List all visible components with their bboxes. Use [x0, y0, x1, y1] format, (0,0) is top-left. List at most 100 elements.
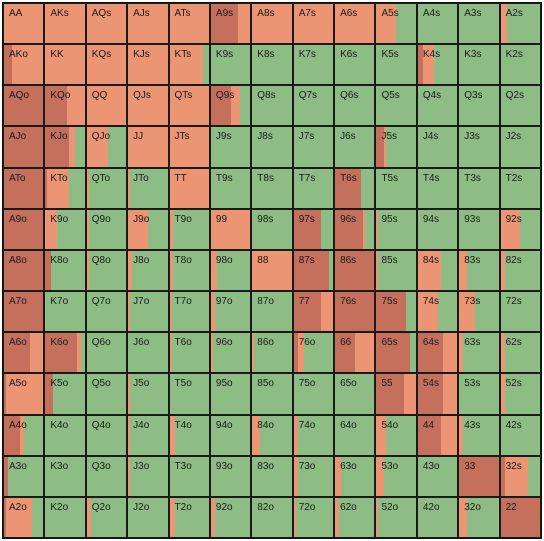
hand-cell-87o[interactable]: 87o — [251, 291, 293, 333]
hand-cell-A6s[interactable]: A6s — [334, 3, 376, 45]
hand-cell-85s[interactable]: 85s — [375, 249, 417, 292]
hand-cell-54s[interactable]: 54s — [416, 373, 459, 415]
hand-cell-K8s[interactable]: K8s — [251, 44, 293, 86]
hand-cell-74o[interactable]: 74o — [292, 414, 335, 456]
hand-cell-JTs[interactable]: JTs — [168, 126, 210, 168]
hand-cell-J9o[interactable]: J9o — [127, 208, 169, 250]
hand-cell-K3s[interactable]: K3s — [458, 44, 500, 86]
hand-cell-64s[interactable]: 64s — [416, 332, 459, 374]
hand-cell-KK[interactable]: KK — [44, 44, 86, 86]
hand-cell-J2s[interactable]: J2s — [499, 126, 541, 168]
hand-cell-KJo[interactable]: KJo — [44, 126, 86, 168]
hand-cell-A3s[interactable]: A3s — [458, 3, 500, 45]
hand-cell-Q9s[interactable]: Q9s — [209, 85, 252, 127]
hand-cell-Q2o[interactable]: Q2o — [85, 496, 128, 538]
hand-cell-A5s[interactable]: A5s — [375, 3, 417, 45]
hand-cell-J7o[interactable]: J7o — [127, 291, 169, 333]
hand-cell-98s[interactable]: 98s — [251, 208, 293, 250]
hand-cell-J9s[interactable]: J9s — [209, 126, 252, 168]
hand-cell-76s[interactable]: 76s — [334, 291, 376, 333]
hand-cell-76o[interactable]: 76o — [292, 332, 335, 374]
hand-cell-22[interactable]: 22 — [499, 496, 541, 538]
hand-cell-K7s[interactable]: K7s — [292, 44, 335, 86]
hand-cell-Q8s[interactable]: Q8s — [251, 85, 293, 127]
hand-cell-Q7o[interactable]: Q7o — [85, 291, 128, 333]
hand-cell-A7s[interactable]: A7s — [292, 3, 335, 45]
hand-cell-QJs[interactable]: QJs — [127, 85, 169, 127]
hand-cell-A2s[interactable]: A2s — [499, 3, 541, 45]
hand-cell-QTs[interactable]: QTs — [168, 85, 210, 127]
hand-cell-92s[interactable]: 92s — [499, 208, 541, 250]
hand-cell-K3o[interactable]: K3o — [44, 455, 86, 497]
hand-cell-K9s[interactable]: K9s — [209, 44, 252, 86]
hand-cell-AQs[interactable]: AQs — [85, 3, 128, 45]
hand-cell-T6s[interactable]: T6s — [334, 167, 376, 209]
hand-cell-A4o[interactable]: A4o — [3, 414, 45, 456]
hand-cell-K5o[interactable]: K5o — [44, 373, 86, 415]
hand-cell-72o[interactable]: 72o — [292, 496, 335, 538]
hand-cell-J4s[interactable]: J4s — [416, 126, 459, 168]
hand-cell-QJo[interactable]: QJo — [85, 126, 128, 168]
hand-cell-KTs[interactable]: KTs — [168, 44, 210, 86]
hand-cell-T7o[interactable]: T7o — [168, 291, 210, 333]
hand-cell-J4o[interactable]: J4o — [127, 414, 169, 456]
hand-cell-JTo[interactable]: JTo — [127, 167, 169, 209]
hand-cell-32s[interactable]: 32s — [499, 455, 541, 497]
hand-cell-K5s[interactable]: K5s — [375, 44, 417, 86]
hand-cell-98o[interactable]: 98o — [209, 249, 252, 292]
hand-cell-86s[interactable]: 86s — [334, 249, 376, 292]
hand-cell-54o[interactable]: 54o — [375, 414, 417, 456]
hand-cell-52s[interactable]: 52s — [499, 373, 541, 415]
hand-cell-64o[interactable]: 64o — [334, 414, 376, 456]
hand-cell-T2o[interactable]: T2o — [168, 496, 210, 538]
hand-cell-QTo[interactable]: QTo — [85, 167, 128, 209]
hand-cell-43s[interactable]: 43s — [458, 414, 500, 456]
hand-cell-82s[interactable]: 82s — [499, 249, 541, 292]
hand-cell-86o[interactable]: 86o — [251, 332, 293, 374]
hand-cell-84s[interactable]: 84s — [416, 249, 459, 292]
hand-cell-TT[interactable]: TT — [168, 167, 210, 209]
hand-cell-ATo[interactable]: ATo — [3, 167, 45, 209]
hand-cell-96o[interactable]: 96o — [209, 332, 252, 374]
hand-cell-87s[interactable]: 87s — [292, 249, 335, 292]
hand-cell-J3s[interactable]: J3s — [458, 126, 500, 168]
hand-cell-Q9o[interactable]: Q9o — [85, 208, 128, 250]
hand-cell-73o[interactable]: 73o — [292, 455, 335, 497]
hand-cell-52o[interactable]: 52o — [375, 496, 417, 538]
hand-cell-94s[interactable]: 94s — [416, 208, 459, 250]
hand-cell-AJo[interactable]: AJo — [3, 126, 45, 168]
hand-cell-A8o[interactable]: A8o — [3, 249, 45, 292]
hand-cell-J5o[interactable]: J5o — [127, 373, 169, 415]
hand-cell-63s[interactable]: 63s — [458, 332, 500, 374]
hand-cell-96s[interactable]: 96s — [334, 208, 376, 250]
hand-cell-A3o[interactable]: A3o — [3, 455, 45, 497]
hand-cell-T8s[interactable]: T8s — [251, 167, 293, 209]
hand-cell-55[interactable]: 55 — [375, 373, 417, 415]
hand-cell-A2o[interactable]: A2o — [3, 496, 45, 538]
hand-cell-42s[interactable]: 42s — [499, 414, 541, 456]
hand-cell-AKo[interactable]: AKo — [3, 44, 45, 86]
hand-cell-53s[interactable]: 53s — [458, 373, 500, 415]
hand-cell-82o[interactable]: 82o — [251, 496, 293, 538]
hand-cell-53o[interactable]: 53o — [375, 455, 417, 497]
hand-cell-63o[interactable]: 63o — [334, 455, 376, 497]
hand-cell-T4s[interactable]: T4s — [416, 167, 459, 209]
hand-cell-A8s[interactable]: A8s — [251, 3, 293, 45]
hand-cell-T7s[interactable]: T7s — [292, 167, 335, 209]
hand-cell-75o[interactable]: 75o — [292, 373, 335, 415]
hand-cell-Q6o[interactable]: Q6o — [85, 332, 128, 374]
hand-cell-Q6s[interactable]: Q6s — [334, 85, 376, 127]
hand-cell-84o[interactable]: 84o — [251, 414, 293, 456]
hand-cell-99[interactable]: 99 — [209, 208, 252, 250]
hand-cell-93o[interactable]: 93o — [209, 455, 252, 497]
hand-cell-Q3o[interactable]: Q3o — [85, 455, 128, 497]
hand-cell-T9s[interactable]: T9s — [209, 167, 252, 209]
hand-cell-73s[interactable]: 73s — [458, 291, 500, 333]
hand-cell-KJs[interactable]: KJs — [127, 44, 169, 86]
hand-cell-K6o[interactable]: K6o — [44, 332, 86, 374]
hand-cell-T2s[interactable]: T2s — [499, 167, 541, 209]
hand-cell-65o[interactable]: 65o — [334, 373, 376, 415]
hand-cell-KQs[interactable]: KQs — [85, 44, 128, 86]
hand-cell-83s[interactable]: 83s — [458, 249, 500, 292]
hand-cell-97s[interactable]: 97s — [292, 208, 335, 250]
